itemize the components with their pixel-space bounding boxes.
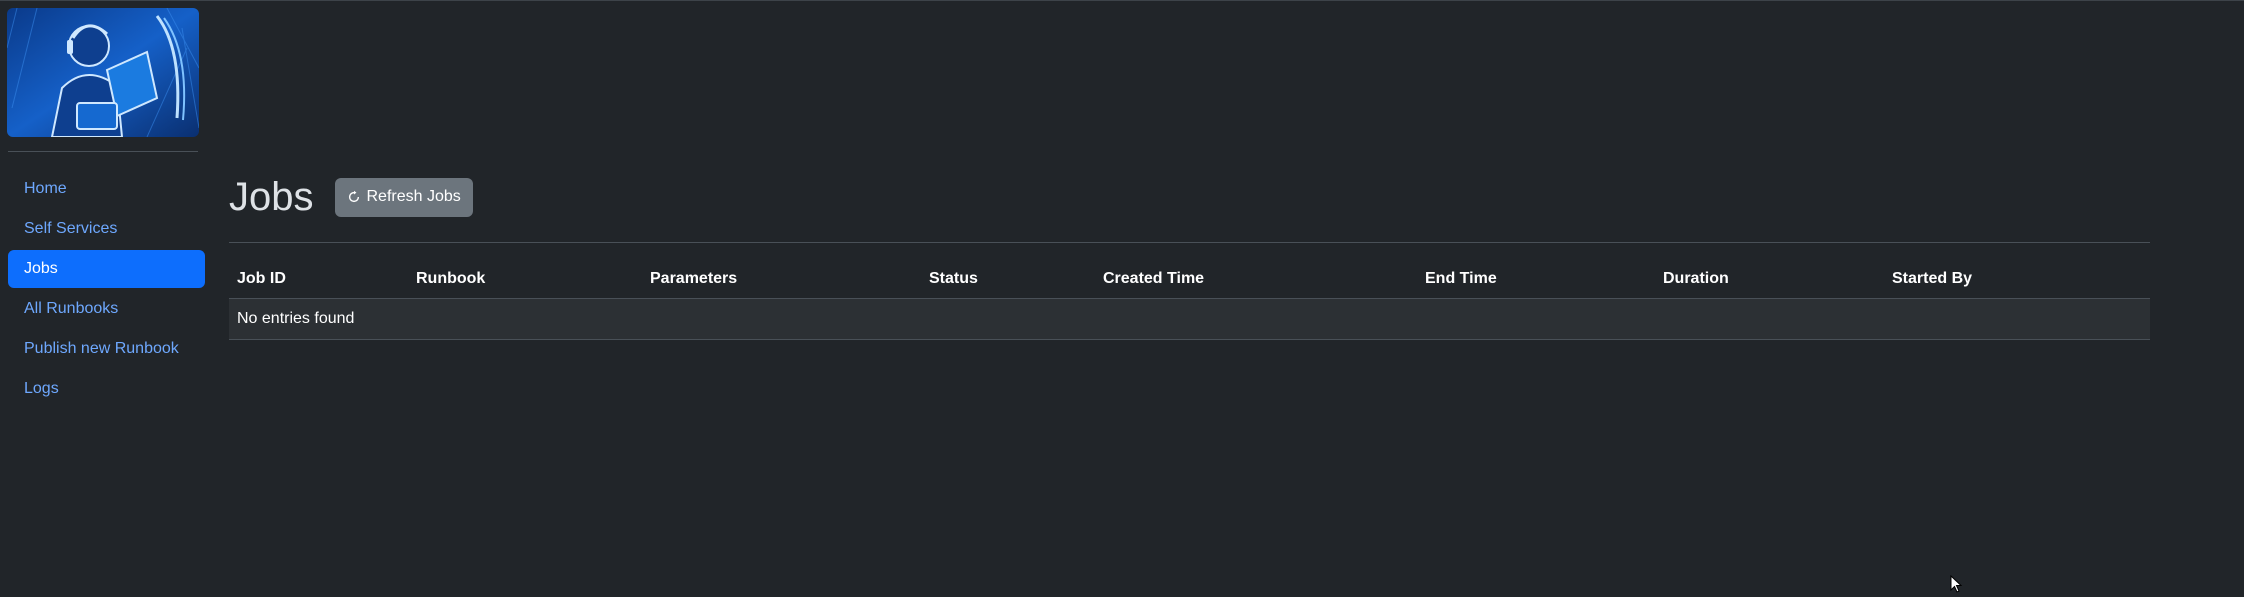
column-header-runbook[interactable]: Runbook [408,260,642,299]
sidebar-divider [8,151,198,152]
sidebar: Home Self Services Jobs All Runbooks Pub… [0,0,210,597]
refresh-jobs-label: Refresh Jobs [366,188,461,205]
refresh-jobs-button[interactable]: Refresh Jobs [334,177,473,217]
table-header-row: Job ID Runbook Parameters Status Created… [229,260,2150,299]
sidebar-item-logs[interactable]: Logs [8,370,205,408]
sidebar-item-home[interactable]: Home [8,170,205,208]
app-logo[interactable] [7,8,199,137]
main-content: Jobs Refresh Jobs Job ID Runbook Paramet… [229,0,2150,597]
sidebar-item-jobs[interactable]: Jobs [8,250,205,288]
mouse-cursor-icon [1950,575,1963,593]
refresh-icon [348,190,359,203]
jobs-table: Job ID Runbook Parameters Status Created… [229,260,2150,340]
column-header-job-id[interactable]: Job ID [229,260,408,299]
header-divider [229,242,2150,243]
column-header-duration[interactable]: Duration [1655,260,1884,299]
page-title: Jobs [229,175,314,219]
page-header: Jobs Refresh Jobs [229,170,473,224]
column-header-status[interactable]: Status [921,260,1095,299]
sidebar-item-all-runbooks[interactable]: All Runbooks [8,290,205,328]
column-header-created-time[interactable]: Created Time [1095,260,1417,299]
column-header-end-time[interactable]: End Time [1417,260,1655,299]
column-header-parameters[interactable]: Parameters [642,260,921,299]
sidebar-item-publish-runbook[interactable]: Publish new Runbook [8,330,205,368]
sidebar-nav: Home Self Services Jobs All Runbooks Pub… [8,170,205,410]
sidebar-item-self-services[interactable]: Self Services [8,210,205,248]
logo-illustration [7,8,199,137]
empty-table-message: No entries found [229,298,2150,340]
table-row: No entries found [229,298,2150,340]
column-header-started-by[interactable]: Started By [1884,260,2150,299]
